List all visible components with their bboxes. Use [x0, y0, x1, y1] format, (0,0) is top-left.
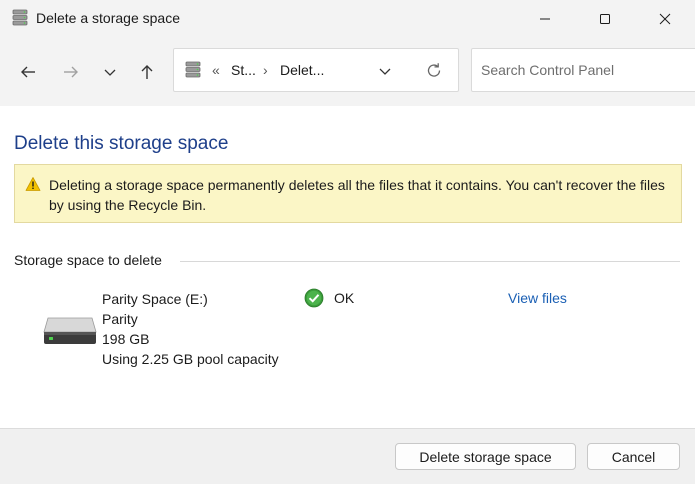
warning-text: Deleting a storage space permanently del… — [49, 177, 665, 213]
title-bar[interactable]: Delete a storage space — [0, 0, 695, 38]
view-files-link[interactable]: View files — [508, 290, 567, 306]
refresh-icon[interactable] — [424, 61, 444, 81]
cancel-button[interactable]: Cancel — [587, 443, 680, 470]
breadcrumb-storage-spaces[interactable]: St... — [231, 62, 256, 78]
search-box[interactable] — [471, 48, 695, 92]
window-title: Delete a storage space — [36, 10, 180, 26]
section-label: Storage space to delete — [14, 252, 162, 268]
arrow-right-icon — [64, 66, 78, 78]
recent-locations-button[interactable] — [96, 58, 124, 86]
section-divider — [180, 261, 680, 262]
forward-button[interactable] — [57, 58, 85, 86]
hard-drive-icon — [42, 312, 98, 346]
navigation-bar: « St... › Delet... — [0, 38, 695, 106]
minimize-button[interactable] — [515, 0, 575, 38]
arrow-up-icon — [141, 65, 153, 79]
close-button[interactable] — [635, 0, 695, 38]
storage-spaces-icon — [183, 60, 203, 80]
storage-name: Parity Space (E:) — [102, 291, 208, 307]
storage-details: Parity Space (E:) Parity 198 GB Using 2.… — [102, 289, 279, 369]
storage-size: 198 GB — [102, 331, 150, 347]
footer-bar: Delete storage space Cancel — [0, 428, 695, 484]
address-bar[interactable]: « St... › Delet... — [173, 48, 459, 92]
window: Delete a storage space « St... › Delet..… — [0, 0, 695, 484]
chevron-down-icon — [104, 69, 116, 76]
address-dropdown-icon[interactable] — [377, 63, 393, 79]
main-content: Delete this storage space Deleting a sto… — [0, 106, 695, 428]
close-icon — [659, 13, 671, 25]
maximize-button[interactable] — [575, 0, 635, 38]
minimize-icon — [540, 18, 550, 20]
storage-resiliency: Parity — [102, 311, 138, 327]
back-button[interactable] — [14, 58, 42, 86]
arrow-left-icon — [21, 66, 35, 78]
delete-storage-space-button[interactable]: Delete storage space — [395, 443, 576, 470]
breadcrumb-separator[interactable]: › — [263, 62, 268, 78]
ok-check-icon — [304, 288, 324, 308]
address-overflow[interactable]: « — [212, 62, 220, 78]
storage-spaces-icon — [10, 8, 30, 28]
storage-usage: Using 2.25 GB pool capacity — [102, 351, 279, 367]
breadcrumb-delete[interactable]: Delet... — [280, 62, 324, 78]
up-button[interactable] — [133, 58, 161, 86]
status-text: OK — [334, 290, 355, 306]
search-input[interactable] — [472, 49, 692, 91]
maximize-icon — [600, 14, 610, 24]
warning-banner: Deleting a storage space permanently del… — [14, 164, 682, 223]
warning-icon — [25, 176, 41, 192]
page-title: Delete this storage space — [14, 133, 229, 154]
